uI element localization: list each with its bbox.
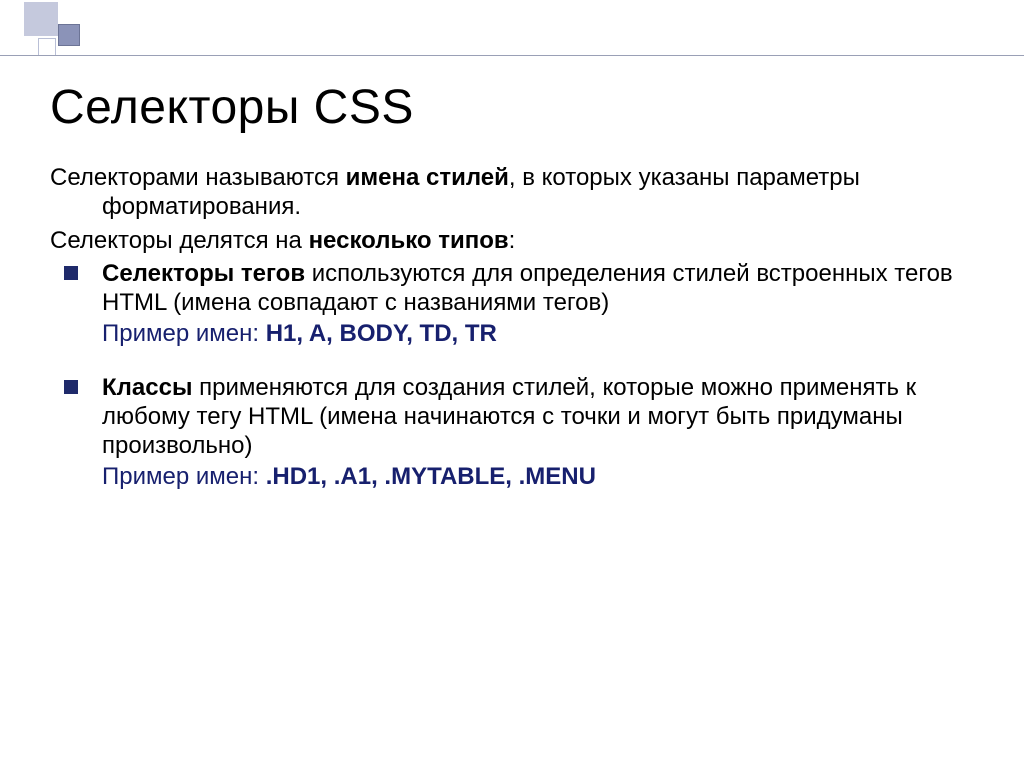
square-icon <box>58 24 80 46</box>
example-value: H1, A, BODY, TD, TR <box>266 320 497 347</box>
text-bold: несколько типов <box>309 227 509 254</box>
text-bold: имена стилей <box>346 164 509 191</box>
list-item: Селекторы тегов используются для определ… <box>50 259 994 349</box>
list-item: Классы применяются для создания стилей, … <box>50 373 994 492</box>
corner-decoration <box>0 0 120 60</box>
example-label: Пример имен: <box>102 463 266 490</box>
text-bold: Классы <box>102 374 192 401</box>
bullet-list: Селекторы тегов используются для определ… <box>50 259 994 492</box>
example-value: .HD1, .A1, .MYTABLE, .MENU <box>266 463 596 490</box>
bullet-text: Селекторы тегов используются для определ… <box>102 259 994 318</box>
square-icon <box>38 38 56 56</box>
slide-content: Селекторы CSS Селекторами называются име… <box>50 80 994 516</box>
square-icon <box>24 2 58 36</box>
text: Селекторами называются <box>50 164 346 191</box>
example-line: Пример имен: H1, A, BODY, TD, TR <box>102 319 994 348</box>
slide: Селекторы CSS Селекторами называются име… <box>0 0 1024 768</box>
example-line: Пример имен: .HD1, .A1, .MYTABLE, .MENU <box>102 462 994 491</box>
divider <box>0 55 1024 56</box>
text: Селекторы делятся на <box>50 227 309 254</box>
intro-line-2: Селекторы делятся на несколько типов: <box>50 226 994 255</box>
example-label: Пример имен: <box>102 320 266 347</box>
text: применяются для создания стилей, которые… <box>102 374 916 460</box>
slide-body: Селекторами называются имена стилей, в к… <box>50 163 994 492</box>
intro-line-1: Селекторами называются имена стилей, в к… <box>50 163 994 222</box>
slide-title: Селекторы CSS <box>50 80 994 135</box>
text-bold: Селекторы тегов <box>102 260 305 287</box>
text: : <box>509 227 516 254</box>
bullet-text: Классы применяются для создания стилей, … <box>102 373 994 461</box>
